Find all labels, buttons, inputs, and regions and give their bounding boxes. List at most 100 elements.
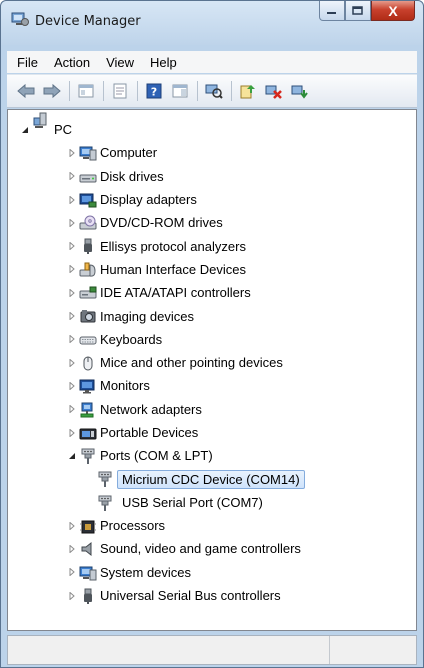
tree-node-label: Portable Devices (100, 425, 199, 440)
ide-controller-icon (79, 286, 97, 299)
expand-arrow-icon (69, 544, 75, 553)
usb-plug-icon (84, 588, 92, 604)
tree-node-label: Processors (100, 518, 166, 534)
device-tree-pane[interactable]: PC Computer Disk drives Display adapters DVD… (7, 109, 417, 631)
menu-file[interactable]: File (9, 55, 46, 70)
node-expander[interactable] (67, 171, 77, 181)
back-icon (17, 83, 35, 99)
node-expander[interactable] (67, 428, 77, 438)
tree-node-label: Computer (100, 145, 158, 161)
tree-node-label: Display adapters (100, 192, 197, 208)
imaging-device-icon (80, 310, 96, 323)
status-text (8, 636, 330, 664)
tree-node-label: Network adapters (100, 401, 202, 417)
uninstall-device-icon (291, 85, 308, 99)
maximize-button[interactable] (345, 1, 371, 21)
menu-bar: File Action View Help (7, 51, 417, 73)
tree-node[interactable]: Portable Devices (8, 421, 416, 444)
update-driver-icon (240, 85, 255, 99)
node-expander[interactable] (67, 195, 77, 205)
tree-child-node[interactable]: USB Serial Port (COM7) (8, 491, 416, 514)
close-button[interactable]: X (371, 1, 415, 21)
expand-arrow-icon (69, 288, 75, 297)
node-expander[interactable] (67, 148, 77, 158)
node-expander[interactable] (67, 521, 77, 531)
tree-node[interactable]: Display adapters (8, 188, 416, 211)
tree-node[interactable]: Computer (8, 141, 416, 164)
node-expander[interactable] (67, 358, 77, 368)
expand-arrow-icon (69, 521, 75, 530)
expand-arrow-icon (69, 335, 75, 344)
expand-arrow-icon (69, 428, 75, 437)
device-tree: PC Computer Disk drives Display adapters DVD… (8, 112, 416, 607)
node-expander[interactable] (67, 264, 77, 274)
node-expander[interactable] (67, 241, 77, 251)
toolbar-separator (197, 81, 198, 101)
disable-device-icon (265, 85, 282, 99)
menu-help[interactable]: Help (142, 55, 185, 70)
disable-device-button[interactable] (263, 80, 285, 102)
node-expander[interactable] (67, 544, 77, 554)
node-expander[interactable] (67, 567, 77, 577)
action-pane-button[interactable] (169, 80, 191, 102)
tree-node[interactable]: Ellisys protocol analyzers (8, 234, 416, 257)
tree-node[interactable]: Human Interface Devices (8, 258, 416, 281)
menu-action[interactable]: Action (46, 55, 98, 70)
forward-button[interactable] (41, 80, 63, 102)
node-expander[interactable] (67, 404, 77, 414)
title-bar[interactable]: Device Manager X (1, 1, 423, 45)
usb-plug-icon (84, 238, 92, 255)
tree-node[interactable]: IDE ATA/ATAPI controllers (8, 281, 416, 304)
tree-node[interactable]: DVD/CD-ROM drives (8, 211, 416, 234)
expand-arrow-icon (69, 265, 75, 274)
uninstall-device-button[interactable] (289, 80, 311, 102)
port-icon (81, 448, 95, 465)
expand-arrow-icon (69, 358, 75, 367)
tree-node[interactable]: Keyboards (8, 328, 416, 351)
tree-node[interactable]: Monitors (8, 374, 416, 397)
action-pane-icon (172, 84, 188, 98)
node-expander[interactable] (67, 311, 77, 321)
tree-node-label: Mice and other pointing devices (100, 355, 283, 371)
tree-node[interactable]: Mice and other pointing devices (8, 351, 416, 374)
expand-arrow-icon (69, 591, 75, 600)
tree-node[interactable]: Universal Serial Bus controllers (8, 584, 416, 607)
tree-node-label: Sound, video and game controllers (100, 541, 301, 557)
node-expander[interactable] (67, 381, 77, 391)
tree-node[interactable]: Sound, video and game controllers (8, 537, 416, 560)
speaker-icon (81, 542, 92, 557)
expand-arrow-icon (69, 148, 75, 157)
tree-node[interactable]: Ports (COM & LPT) (8, 444, 416, 467)
expand-arrow-icon (69, 172, 75, 181)
node-expander[interactable] (67, 288, 77, 298)
node-expander[interactable] (67, 591, 77, 601)
tree-node[interactable]: Imaging devices (8, 304, 416, 327)
tree-root-pc[interactable]: PC (8, 112, 416, 141)
mouse-icon (83, 356, 93, 371)
tree-node[interactable]: System devices (8, 561, 416, 584)
tree-node[interactable]: Disk drives (8, 165, 416, 188)
back-button[interactable] (15, 80, 37, 102)
scan-hardware-changes-button[interactable] (203, 80, 225, 102)
node-expander[interactable] (67, 334, 77, 344)
help-button[interactable]: ? (143, 80, 165, 102)
tree-node[interactable]: Processors (8, 514, 416, 537)
tree-child-node[interactable]: Micrium CDC Device (COM14) (8, 467, 416, 490)
expand-arrow-icon (69, 405, 75, 414)
device-manager-icon (11, 11, 29, 27)
keyboard-icon (79, 336, 97, 345)
forward-icon (43, 83, 61, 99)
update-driver-button[interactable] (237, 80, 259, 102)
node-expander[interactable] (67, 451, 77, 461)
toolbar: ? (7, 74, 417, 108)
tree-node[interactable]: Network adapters (8, 398, 416, 421)
properties-button[interactable] (109, 80, 131, 102)
expand-arrow-icon (69, 312, 75, 321)
show-hide-console-tree-button[interactable] (75, 80, 97, 102)
monitor-icon (79, 379, 95, 394)
root-expander[interactable] (20, 125, 30, 135)
expand-arrow-icon (69, 195, 75, 204)
menu-view[interactable]: View (98, 55, 142, 70)
minimize-button[interactable] (319, 1, 345, 21)
node-expander[interactable] (67, 218, 77, 228)
